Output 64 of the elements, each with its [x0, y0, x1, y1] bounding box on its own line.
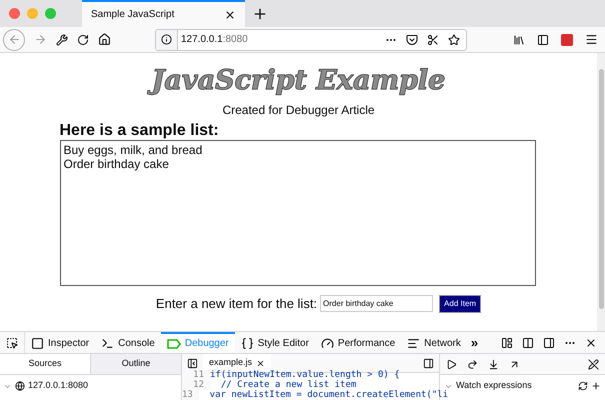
scissors-icon[interactable]: [427, 34, 439, 46]
devtools-tab[interactable]: Debugger: [160, 332, 235, 353]
expand-icon[interactable]: [423, 358, 434, 368]
overflow-chevron[interactable]: »: [466, 332, 482, 353]
sidebar-icon[interactable]: [537, 34, 549, 46]
close-icon[interactable]: [224, 8, 236, 20]
line-number: 13: [182, 390, 199, 400]
refresh-icon[interactable]: [578, 381, 588, 391]
pocket-icon[interactable]: [406, 34, 418, 46]
list-heading: Here is a sample list:: [60, 122, 220, 140]
info-icon[interactable]: [161, 34, 172, 45]
browser-tab[interactable]: Sample JavaScript: [82, 0, 245, 27]
resume-icon[interactable]: [446, 358, 457, 370]
home-icon[interactable]: [98, 33, 111, 46]
devtools-tab[interactable]: Console: [95, 332, 161, 353]
devtools-tab[interactable]: Style Editor: [234, 332, 315, 353]
list-item: Buy eggs, milk, and bread: [64, 143, 204, 157]
tag-icon: [166, 338, 181, 348]
picker-icon[interactable]: [6, 336, 18, 348]
terminal-icon: [101, 337, 114, 350]
deactivate-breakpoints-icon[interactable]: [588, 358, 599, 370]
square-icon: [31, 337, 44, 350]
page-title: JavaScript Example: [144, 63, 454, 102]
code-line: if(inputNewItem.value.length > 0) {: [210, 370, 400, 380]
lines-icon: [407, 337, 420, 350]
devtools-tab[interactable]: Network: [401, 332, 467, 353]
step-out-icon[interactable]: [509, 358, 520, 370]
responsive-icon[interactable]: [522, 336, 534, 348]
devtools-tab[interactable]: Inspector: [25, 332, 96, 353]
code-line: // Create a new list item: [220, 380, 356, 390]
scrollbar[interactable]: [597, 53, 605, 331]
globe-icon: [15, 381, 25, 391]
library-icon[interactable]: [513, 34, 525, 46]
code-line: var newListItem = document.createElement("li: [208, 390, 448, 400]
watch-expressions-header[interactable]: Watch expressions: [456, 379, 575, 393]
input-label: Enter a new item for the list:: [156, 295, 318, 313]
url-text: 127.0.0.1:8080: [181, 33, 249, 47]
line-number: 11: [182, 370, 210, 380]
new-tab-icon[interactable]: [252, 6, 268, 22]
devtools-tab[interactable]: Performance: [314, 332, 402, 353]
gauge-icon: [320, 337, 334, 350]
page-subtitle: Created for Debugger Article: [222, 103, 375, 118]
wrench-icon[interactable]: [56, 34, 68, 46]
sources-tab[interactable]: Outline: [90, 354, 181, 374]
input-field[interactable]: Order birthday cake: [320, 295, 434, 312]
extension-icon[interactable]: [561, 34, 573, 46]
list-item: Order birthday cake: [64, 157, 170, 171]
line-number: 12: [182, 380, 210, 390]
add-item-button[interactable]: Add Item: [439, 294, 482, 313]
dock-icon[interactable]: [543, 336, 555, 348]
add-icon[interactable]: [591, 381, 601, 391]
back-icon: [8, 33, 20, 46]
step-in-icon[interactable]: [488, 358, 499, 370]
tree-item[interactable]: 127.0.0.1:8080: [0, 377, 181, 395]
close-icon[interactable]: [585, 336, 597, 348]
close-icon[interactable]: [256, 358, 266, 368]
step-over-icon[interactable]: [467, 358, 478, 370]
reload-icon[interactable]: [77, 34, 89, 46]
url-bar[interactable]: 127.0.0.1:8080: [155, 28, 467, 50]
bookmark-star-icon[interactable]: [448, 34, 460, 46]
split-console-icon[interactable]: [501, 336, 513, 348]
menu-icon[interactable]: [585, 33, 598, 46]
braces-icon: [240, 337, 254, 350]
collapse-icon[interactable]: [187, 358, 198, 368]
